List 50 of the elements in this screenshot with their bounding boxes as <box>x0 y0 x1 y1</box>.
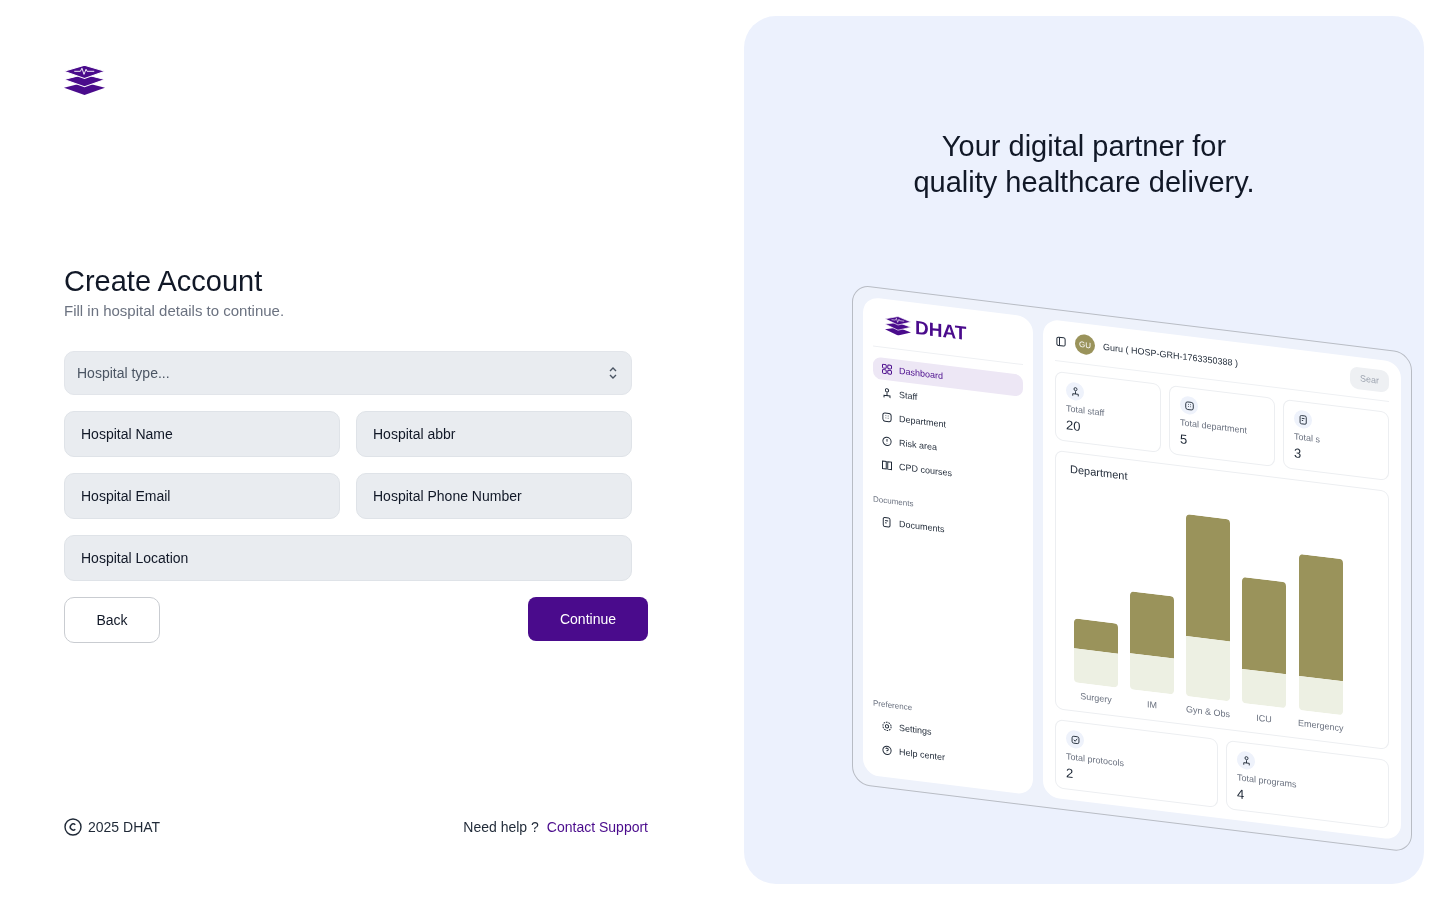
bar-label: Gyn & Obs <box>1186 704 1230 720</box>
tagline: quality healthcare delivery. <box>912 165 1256 200</box>
chart-title: Department <box>1070 462 1129 484</box>
page-subtitle: Fill in hospital details to continue. <box>64 302 286 319</box>
bar-label: Emergency <box>1298 717 1344 734</box>
hospital-type-select[interactable]: Hospital type... <box>64 351 632 395</box>
settings-icon <box>881 719 893 734</box>
people-icon <box>881 386 893 401</box>
text-field[interactable]: Hospital Location <box>64 535 632 581</box>
checkbox-icon <box>1069 733 1081 746</box>
stat-value: 5 <box>1180 431 1189 450</box>
contact-support-link[interactable]: Contact Support <box>546 819 648 835</box>
people-icon <box>1240 754 1252 767</box>
sidebar-toggle-icon <box>1055 334 1067 349</box>
tagline: Your digital partner for <box>940 129 1228 164</box>
text-field[interactable]: Hospital abbr <box>356 411 632 457</box>
stat-label: Total staff <box>1066 403 1106 420</box>
stat-value: 3 <box>1294 445 1303 464</box>
copyright-icon <box>64 818 82 836</box>
text-field[interactable]: Hospital Email <box>64 473 340 519</box>
logo-icon <box>64 64 105 95</box>
chart-bar <box>1074 618 1118 688</box>
text-field[interactable]: Hospital Phone Number <box>356 473 632 519</box>
back-button[interactable]: Back <box>64 597 160 643</box>
section-heading: Documents <box>873 494 914 509</box>
continue-button[interactable]: Continue <box>528 597 648 641</box>
brand-name: DHAT <box>915 316 967 346</box>
help-icon <box>881 743 893 758</box>
section-heading: Preference <box>873 698 913 713</box>
grid-icon <box>881 362 893 377</box>
alert-icon <box>881 434 893 449</box>
page-title: Create Account <box>64 265 264 298</box>
help-text: Need help ? <box>463 819 539 835</box>
avatar: GU <box>1075 333 1095 356</box>
stat-value: 20 <box>1066 417 1082 437</box>
text-field[interactable]: Hospital Name <box>64 411 340 457</box>
building-icon <box>881 410 893 425</box>
bar-label: IM <box>1147 699 1157 711</box>
document-icon <box>1297 413 1309 426</box>
stat-label: Total s <box>1294 431 1321 447</box>
nav-item[interactable]: Documents <box>873 509 953 542</box>
chevron-icon <box>607 365 619 381</box>
book-icon <box>881 458 893 473</box>
bar-label: Surgery <box>1080 691 1112 705</box>
copyright-text: 2025 DHAT <box>88 819 161 835</box>
people-icon <box>1069 385 1081 398</box>
bar-label: ICU <box>1256 712 1272 725</box>
document-icon <box>881 515 893 530</box>
building-icon <box>1183 399 1195 412</box>
logo-icon <box>885 314 911 338</box>
